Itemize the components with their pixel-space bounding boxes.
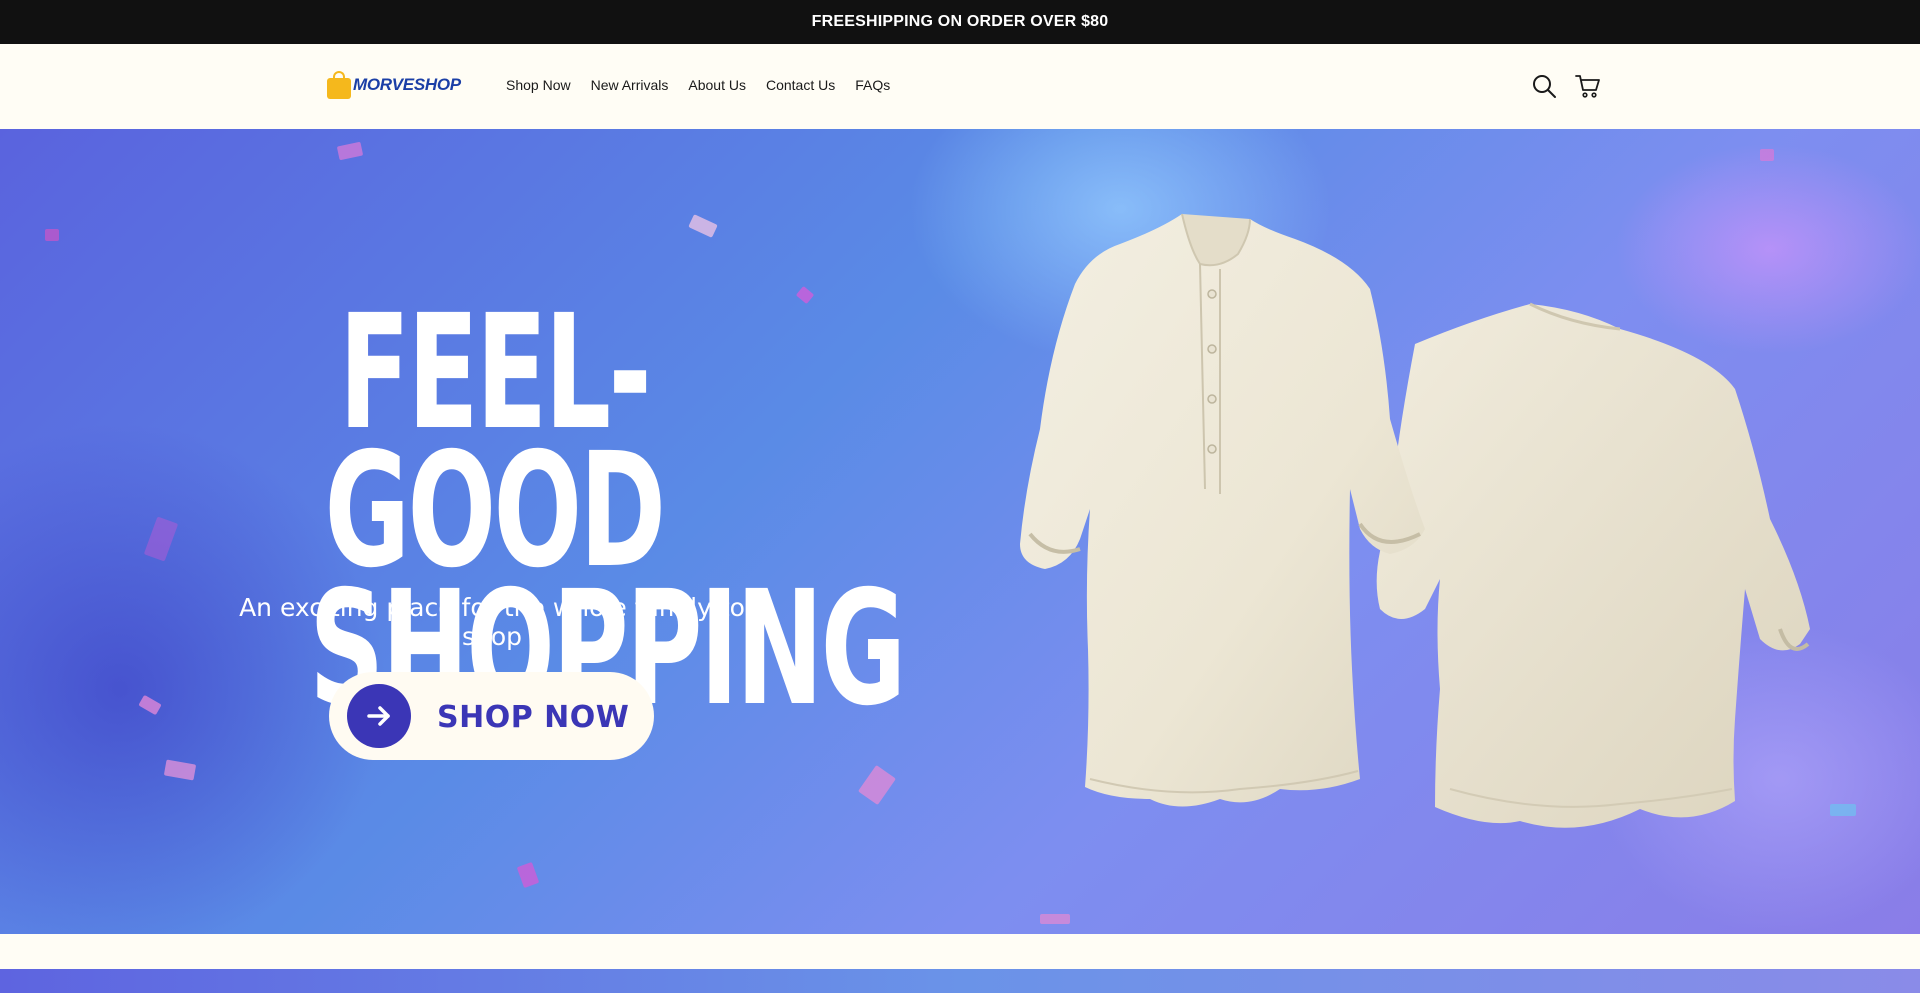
site-header: MORVESHOP Shop Now New Arrivals About Us… (0, 44, 1920, 129)
confetti (688, 214, 718, 238)
nav-about-us[interactable]: About Us (688, 77, 746, 93)
confetti (143, 516, 179, 562)
confetti (795, 285, 815, 305)
confetti (336, 141, 364, 161)
shopping-bag-icon (327, 71, 351, 99)
confetti (45, 229, 59, 241)
hero-banner: FEEL-GOOD SHOPPING An exciting place for… (0, 129, 1920, 934)
product-image (1020, 213, 1810, 828)
shirt-back (1376, 302, 1810, 828)
confetti (138, 694, 162, 716)
shop-now-button[interactable]: SHOP NOW (329, 672, 654, 760)
confetti (1040, 914, 1070, 924)
confetti (163, 759, 197, 781)
nav-shop-now[interactable]: Shop Now (506, 77, 571, 93)
confetti (1760, 149, 1774, 161)
nav-faqs[interactable]: FAQs (855, 77, 890, 93)
cart-icon[interactable] (1575, 73, 1601, 99)
headline-line-1: FEEL-GOOD (324, 281, 667, 603)
announcement-text: FREESHIPPING ON ORDER OVER $80 (811, 13, 1109, 30)
search-icon[interactable] (1531, 73, 1557, 99)
hero-headline: FEEL-GOOD SHOPPING (214, 281, 906, 728)
confetti (516, 861, 540, 889)
announcement-bar: FREESHIPPING ON ORDER OVER $80 (0, 0, 1920, 44)
arrow-right-icon (347, 684, 411, 748)
confetti (857, 765, 897, 805)
main-nav: Shop Now New Arrivals About Us Contact U… (506, 77, 890, 93)
nav-contact-us[interactable]: Contact Us (766, 77, 835, 93)
next-section-band (0, 969, 1920, 993)
confetti (1830, 804, 1856, 816)
nav-new-arrivals[interactable]: New Arrivals (591, 77, 669, 93)
logo[interactable]: MORVESHOP (327, 71, 461, 99)
logo-text: MORVESHOP (353, 75, 461, 94)
shop-now-label: SHOP NOW (437, 700, 630, 735)
hero-tagline: An exciting place for the whole family t… (239, 593, 745, 651)
section-spacer (0, 934, 1920, 969)
shirt-front (1020, 213, 1425, 807)
